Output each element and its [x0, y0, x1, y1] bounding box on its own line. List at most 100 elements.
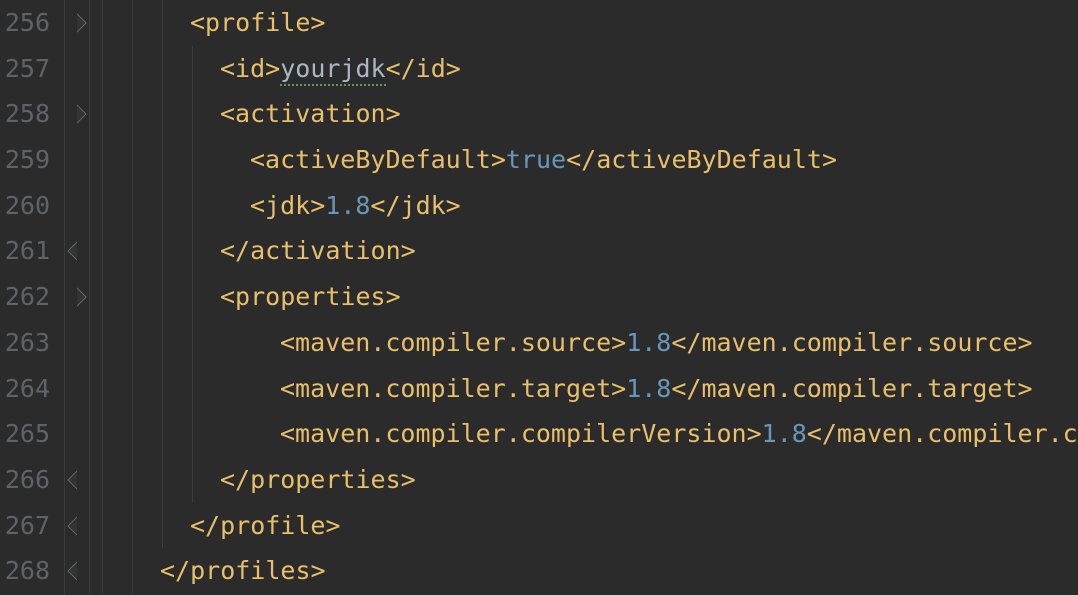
- xml-value: 1.8: [762, 419, 807, 448]
- fold-open-icon[interactable]: [67, 287, 87, 307]
- code-line[interactable]: </activation>: [100, 228, 1078, 274]
- code-text: <maven.compiler.compilerVersion>1.8</mav…: [100, 419, 1078, 448]
- fold-close-icon[interactable]: [67, 561, 87, 581]
- indent-guide: [162, 366, 163, 412]
- code-editor[interactable]: 256257258259260261262263264265266267268 …: [0, 0, 1078, 595]
- xml-tag: </maven.compiler.target>: [671, 374, 1032, 403]
- fold-open-icon[interactable]: [67, 13, 87, 33]
- code-text: <activation>: [100, 99, 401, 128]
- indent-guide: [132, 137, 133, 183]
- indent-guide: [192, 274, 193, 320]
- code-text: </properties>: [100, 465, 416, 494]
- xml-tag: </id>: [386, 54, 461, 83]
- code-area[interactable]: <profile> <id>yourjdk</id> <activation> <ac…: [90, 0, 1078, 595]
- indent-guide: [162, 457, 163, 503]
- code-line[interactable]: </properties>: [100, 457, 1078, 503]
- indent-guide: [162, 46, 163, 92]
- indent-guide: [162, 0, 163, 46]
- indent-guide: [102, 274, 103, 320]
- fold-open-icon[interactable]: [67, 104, 87, 124]
- indent-guide: [102, 366, 103, 412]
- code-text: <properties>: [100, 282, 401, 311]
- xml-tag: </profiles>: [160, 556, 326, 585]
- fold-close-icon[interactable]: [67, 241, 87, 261]
- line-number: 263: [0, 320, 50, 366]
- indent-guide: [102, 457, 103, 503]
- indent-guide: [132, 548, 133, 594]
- code-text: <activeByDefault>true</activeByDefault>: [100, 145, 837, 174]
- code-line[interactable]: <maven.compiler.compilerVersion>1.8</mav…: [100, 411, 1078, 457]
- line-number: 260: [0, 183, 50, 229]
- indent-guide: [192, 91, 193, 137]
- indent-guide: [102, 548, 103, 594]
- xml-value: 1.8: [626, 374, 671, 403]
- indent-guide: [192, 183, 193, 229]
- indent-guide: [102, 46, 103, 92]
- line-number: 259: [0, 137, 50, 183]
- indent-guide: [102, 91, 103, 137]
- line-number: 258: [0, 91, 50, 137]
- xml-tag: </jdk>: [370, 191, 460, 220]
- indent-guide: [102, 228, 103, 274]
- xml-value: 1.8: [325, 191, 370, 220]
- xml-tag: </activeByDefault>: [566, 145, 837, 174]
- indent-guide: [192, 366, 193, 412]
- indent-guide: [162, 183, 163, 229]
- fold-close-icon[interactable]: [67, 516, 87, 536]
- fold-close-icon[interactable]: [67, 470, 87, 490]
- indent-guide: [132, 274, 133, 320]
- line-number: 262: [0, 274, 50, 320]
- xml-tag: <jdk>: [250, 191, 325, 220]
- indent-guide: [102, 137, 103, 183]
- xml-value: 1.8: [626, 328, 671, 357]
- indent-guide: [132, 503, 133, 549]
- indent-guide: [192, 137, 193, 183]
- indent-guide: [192, 228, 193, 274]
- fold-column[interactable]: [60, 0, 90, 595]
- indent-guide: [132, 320, 133, 366]
- xml-tag: <activation>: [220, 99, 401, 128]
- code-line[interactable]: </profile>: [100, 503, 1078, 549]
- code-line[interactable]: <activation>: [100, 91, 1078, 137]
- code-line[interactable]: <properties>: [100, 274, 1078, 320]
- indent-guide: [162, 503, 163, 549]
- xml-tag: <maven.compiler.source>: [280, 328, 626, 357]
- indent-guide: [132, 366, 133, 412]
- code-line[interactable]: <profile>: [100, 0, 1078, 46]
- indent-guide: [102, 503, 103, 549]
- indent-guide: [192, 320, 193, 366]
- xml-tag: <profile>: [190, 8, 325, 37]
- code-line[interactable]: <jdk>1.8</jdk>: [100, 183, 1078, 229]
- code-line[interactable]: <id>yourjdk</id>: [100, 46, 1078, 92]
- xml-value: true: [506, 145, 566, 174]
- code-line[interactable]: </profiles>: [100, 548, 1078, 594]
- indent-guide: [102, 0, 103, 46]
- code-line[interactable]: <maven.compiler.target>1.8</maven.compil…: [100, 366, 1078, 412]
- indent-guide: [102, 320, 103, 366]
- code-line[interactable]: <maven.compiler.source>1.8</maven.compil…: [100, 320, 1078, 366]
- code-text: <id>yourjdk</id>: [100, 54, 461, 83]
- code-text: </activation>: [100, 236, 416, 265]
- indent-guide: [132, 457, 133, 503]
- indent-guide: [162, 274, 163, 320]
- line-number: 265: [0, 411, 50, 457]
- line-number: 267: [0, 503, 50, 549]
- xml-tag: </properties>: [220, 465, 416, 494]
- indent-guide: [132, 91, 133, 137]
- indent-guide: [162, 320, 163, 366]
- indent-guide: [132, 228, 133, 274]
- indent-guide: [192, 457, 193, 503]
- indent-guide: [102, 183, 103, 229]
- line-number: 261: [0, 228, 50, 274]
- line-number: 256: [0, 0, 50, 46]
- indent-guide: [162, 91, 163, 137]
- xml-tag: </profile>: [190, 511, 341, 540]
- xml-tag: </maven.compiler.compilerVersion>: [807, 419, 1078, 448]
- code-text: <maven.compiler.source>1.8</maven.compil…: [100, 328, 1033, 357]
- code-text: </profile>: [100, 511, 341, 540]
- indent-guide: [132, 411, 133, 457]
- code-line[interactable]: <activeByDefault>true</activeByDefault>: [100, 137, 1078, 183]
- indent-guide: [162, 411, 163, 457]
- indent-guide: [192, 46, 193, 92]
- xml-tag: <maven.compiler.target>: [280, 374, 626, 403]
